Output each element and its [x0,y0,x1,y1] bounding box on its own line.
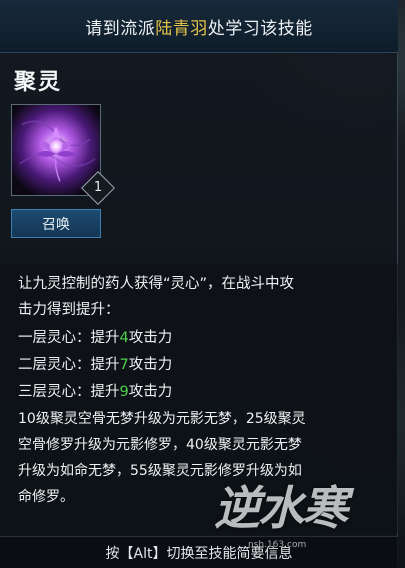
alt-toggle-hint: 按【Alt】切换至技能简要信息 [0,536,398,568]
skill-name: 聚灵 [14,70,63,95]
tier-1-value: 4 [119,330,129,346]
tier-3-unit: 攻击力 [128,384,173,400]
description-line: 让九灵控制的药人获得“灵心”，在战斗中攻 [18,276,295,292]
tier-3-label: 三层灵心：提升 [18,384,120,400]
skill-level-number: 1 [93,180,103,195]
description-line: 命修罗。 [18,489,74,505]
header-prefix: 请到流派 [85,18,156,39]
description-line: 10级聚灵空骨无梦升级为元影无梦，25级聚灵 [18,411,306,427]
watermark-url: nsh.163.com [248,540,307,550]
teacher-name: 陆青羽 [155,18,208,39]
tier-3-value: 9 [119,384,129,400]
tier-2-unit: 攻击力 [128,357,173,373]
watermark-logo: 逆水寒 [214,481,348,535]
header-suffix: 处学习该技能 [207,18,313,39]
tier-1-unit: 攻击力 [128,330,173,346]
description-line: 空骨修罗升级为元影修罗，40级聚灵元影无梦 [18,437,302,453]
tier-1-line: 一层灵心：提升4攻击力 [18,326,172,347]
tier-1-label: 一层灵心：提升 [18,330,120,346]
tier-2-line: 二层灵心：提升7攻击力 [18,353,172,374]
tier-2-label: 二层灵心：提升 [18,357,120,373]
tier-3-line: 三层灵心：提升9攻击力 [18,380,172,401]
learn-location-header: 请到流派 陆青羽 处学习该技能 [0,0,398,53]
tier-2-value: 7 [119,357,129,373]
skill-type-tag[interactable]: 召唤 [11,209,101,238]
description-line: 击力得到提升： [18,302,120,318]
